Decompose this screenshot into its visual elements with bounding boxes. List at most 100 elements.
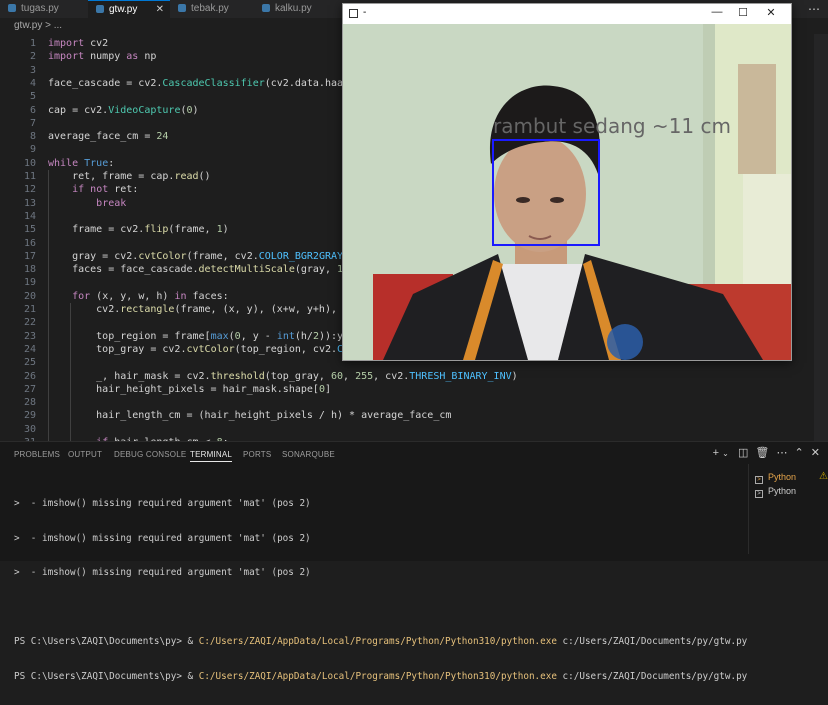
code-line: if not ret:	[72, 184, 139, 196]
tab-sonarqube[interactable]: SONARQUBE	[282, 450, 335, 459]
terminal-name: Python	[768, 472, 797, 482]
line-number: 9	[29, 144, 36, 156]
terminal-list: > Python ⚠ > Python	[748, 464, 828, 554]
tab-label: gtw.py	[109, 4, 138, 15]
terminal-blank	[14, 602, 747, 615]
terminal-command: PS C:\Users\ZAQI\Documents\py> & C:/User…	[14, 671, 747, 684]
line-number: 27	[23, 383, 36, 395]
new-terminal-icon[interactable]: +	[713, 447, 719, 459]
more-actions-icon[interactable]: ⋯	[808, 0, 820, 18]
line-number: 30	[23, 423, 36, 435]
tab-label: tebak.py	[191, 3, 229, 14]
code-line: faces = face_cascade.detectMultiScale(gr…	[48, 264, 379, 276]
code-line: break	[96, 197, 127, 209]
line-number: 14	[23, 210, 36, 222]
maximize-panel-icon[interactable]: ⌃	[795, 447, 804, 459]
line-number: 15	[23, 224, 36, 236]
terminal-icon: >	[755, 490, 763, 498]
line-number: 7	[29, 117, 36, 129]
line-number: 18	[23, 264, 36, 276]
terminal-output[interactable]: > - imshow() missing required argument '…	[14, 476, 747, 705]
indent-guide	[48, 170, 49, 441]
code-line: hair_length_cm = (hair_height_pixels / h…	[48, 410, 452, 422]
tab-tugas[interactable]: tugas.py	[8, 0, 88, 18]
terminal-prompt: PS C:\Users\ZAQI\Documents\py> &	[14, 670, 199, 682]
line-number: 16	[23, 237, 36, 249]
tab-kalku[interactable]: kalku.py	[262, 0, 342, 18]
split-terminal-icon[interactable]: ◫	[738, 447, 748, 459]
code-line: frame = cv2.flip(frame, 1)	[48, 224, 229, 236]
line-number: 22	[23, 317, 36, 329]
python-exe-path: C:/Users/ZAQI/AppData/Local/Programs/Pyt…	[198, 636, 557, 647]
line-number: 25	[23, 357, 36, 369]
terminal-icon: >	[755, 476, 763, 484]
line-number: 26	[23, 370, 36, 382]
code-line: top_region = frame[max(0, y - int(h/2)):…	[48, 330, 379, 342]
terminal-list-item[interactable]: > Python ⚠	[755, 470, 828, 484]
code-line: cv2.rectangle(frame, (x, y), (x+w, y+h),…	[48, 304, 373, 315]
line-number: 13	[23, 197, 36, 209]
code-line: import cv2	[48, 38, 109, 49]
line-number: 1	[29, 38, 36, 49]
tab-ports[interactable]: PORTS	[243, 450, 271, 459]
terminal-line: > - imshow() missing required argument '…	[14, 532, 311, 544]
python-file-icon	[262, 4, 270, 12]
tab-output[interactable]: OUTPUT	[68, 450, 102, 459]
tab-terminal[interactable]: TERMINAL	[190, 450, 233, 462]
chevron-down-icon[interactable]: ⌄	[722, 449, 729, 458]
terminal-line: > - imshow() missing required argument '…	[14, 498, 311, 509]
code-line: hair_height_pixels = hair_mask.shape[0]	[48, 383, 331, 395]
tab-debug-console[interactable]: DEBUG CONSOLE	[114, 450, 186, 459]
line-number: 29	[23, 410, 36, 422]
hair-length-overlay: rambut sedang ~11 cm	[493, 114, 731, 138]
python-file-icon	[178, 4, 186, 12]
code-line: face_cascade = cv2.CascadeClassifier(cv2…	[48, 77, 380, 89]
window-title: -	[363, 7, 367, 18]
minimize-button[interactable]: —	[707, 6, 727, 18]
line-number: 10	[23, 157, 36, 169]
trash-icon[interactable]: 🗑	[755, 447, 769, 459]
editor-scrollbar[interactable]	[814, 34, 828, 441]
line-number: 23	[23, 330, 36, 342]
bottom-panel: PROBLEMS OUTPUT DEBUG CONSOLE TERMINAL P…	[0, 441, 828, 682]
code-line: top_gray = cv2.cvtColor(top_region, cv2.…	[48, 343, 379, 355]
line-number: 4	[29, 77, 36, 89]
script-path: c:/Users/ZAQI/Documents/py/gtw.py	[556, 636, 748, 647]
close-icon[interactable]: ✕	[156, 1, 164, 19]
maximize-button[interactable]: ☐	[733, 6, 753, 19]
close-panel-icon[interactable]: ✕	[811, 447, 820, 459]
line-number: 6	[29, 104, 36, 116]
close-button[interactable]: ✕	[761, 6, 781, 19]
tab-tebak[interactable]: tebak.py	[178, 0, 268, 18]
terminal-list-item[interactable]: > Python	[755, 484, 796, 498]
app-icon	[349, 9, 358, 18]
tab-gtw[interactable]: gtw.py ✕	[88, 0, 170, 18]
tab-label: kalku.py	[275, 3, 312, 14]
tab-label: tugas.py	[21, 3, 59, 14]
python-exe-path: C:/Users/ZAQI/AppData/Local/Programs/Pyt…	[198, 670, 557, 682]
tab-problems[interactable]: PROBLEMS	[14, 450, 60, 459]
warning-icon: ⚠	[819, 471, 828, 482]
code-line: average_face_cm = 24	[48, 131, 169, 143]
camera-window[interactable]: - — ☐ ✕ rambut sedang ~11 cm	[342, 3, 792, 361]
indent-guide	[70, 303, 71, 441]
line-number: 12	[23, 184, 36, 196]
more-actions-icon[interactable]: ⋯	[776, 447, 787, 459]
panel-actions: + ⌄ ◫ 🗑 ⋯ ⌃ ✕	[713, 446, 820, 459]
line-number: 24	[23, 343, 36, 355]
code-line: ret, frame = cap.read()	[48, 171, 211, 182]
line-number: 21	[23, 304, 36, 315]
code-line: gray = cv2.cvtColor(frame, cv2.COLOR_BGR…	[48, 250, 349, 262]
line-number: 20	[23, 290, 36, 302]
line-number: 19	[23, 277, 36, 289]
line-number: 5	[29, 91, 36, 103]
window-titlebar[interactable]: - — ☐ ✕	[343, 4, 791, 24]
line-number: 2	[29, 51, 36, 63]
terminal-name: Python	[768, 486, 797, 496]
script-path: c:/Users/ZAQI/Documents/py/gtw.py	[556, 670, 748, 682]
code-line: _, hair_mask = cv2.threshold(top_gray, 6…	[48, 370, 518, 382]
code-line: while True:	[48, 157, 115, 169]
python-file-icon	[96, 5, 104, 13]
line-number: 11	[23, 171, 36, 182]
camera-feed: rambut sedang ~11 cm	[343, 24, 791, 360]
